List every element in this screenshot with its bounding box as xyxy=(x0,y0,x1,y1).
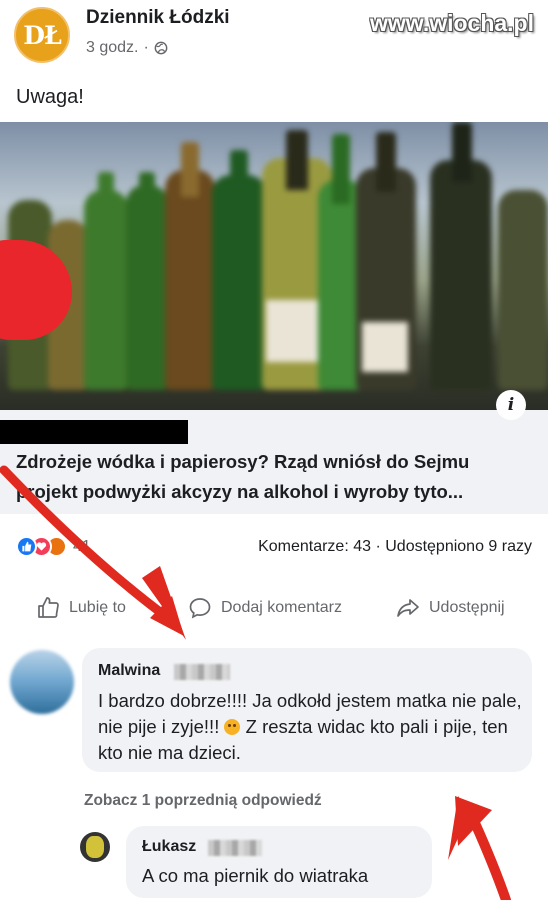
globe-icon xyxy=(154,41,168,55)
bottle-neck xyxy=(181,142,199,197)
comment-icon xyxy=(189,598,211,619)
bottle-label xyxy=(362,322,408,372)
share-icon xyxy=(397,599,419,617)
bottle xyxy=(165,170,215,390)
bottle-neck xyxy=(98,172,114,212)
meta-separator: · xyxy=(143,39,149,56)
comment-button[interactable]: Dodaj komentarz xyxy=(188,590,342,626)
comment-label: Dodaj komentarz xyxy=(221,599,342,616)
bottle-neck xyxy=(332,134,350,204)
red-arrow-bottom xyxy=(448,796,511,900)
reply-avatar[interactable] xyxy=(80,832,110,862)
page-name[interactable]: Dziennik Łódzki xyxy=(86,7,230,29)
page-logo-text: DŁ xyxy=(23,20,61,50)
bottle xyxy=(498,190,548,390)
reply-bubble: Łukasz A co ma piernik do wiatraka xyxy=(126,826,432,898)
post-actions: Lubię to Dodaj komentarz Udostępnij xyxy=(0,590,548,626)
post-meta: 3 godz. · xyxy=(86,39,168,57)
bottle-neck xyxy=(286,130,308,190)
bottle-neck xyxy=(230,150,248,210)
site-watermark: www.wiocha.pl xyxy=(370,10,534,36)
angry-emoji-icon xyxy=(224,719,241,735)
link-card[interactable]: Zdrożeje wódka i papierosy? Rząd wniósł … xyxy=(0,410,548,514)
bottles-photo xyxy=(0,122,548,410)
like-label: Lubię to xyxy=(69,599,126,616)
comment-text: I bardzo dobrze!!!! Ja odkołd jestem mat… xyxy=(98,688,528,766)
share-label: Udostępnij xyxy=(429,599,505,616)
commenter-avatar[interactable] xyxy=(10,650,74,714)
post-stats: 41 Komentarze: 43 · Udostępniono 9 razy xyxy=(0,530,548,562)
bottle-label xyxy=(266,300,322,362)
info-icon[interactable]: i xyxy=(496,390,526,420)
link-title[interactable]: Zdrożeje wódka i papierosy? Rząd wniósł … xyxy=(16,447,536,507)
blurred-surname xyxy=(208,840,262,856)
link-preview-image[interactable] xyxy=(0,122,548,410)
bottle-neck xyxy=(139,172,155,212)
post-time[interactable]: 3 godz. xyxy=(86,39,138,57)
like-button[interactable]: Lubię to xyxy=(36,590,126,626)
bottle-neck xyxy=(376,132,396,192)
reactions-summary[interactable]: 41 xyxy=(16,536,91,557)
blurred-surname xyxy=(174,664,230,680)
page-avatar[interactable]: DŁ xyxy=(14,7,70,63)
bottle xyxy=(126,185,168,390)
post-header: DŁ Dziennik Łódzki 3 godz. · www.wiocha.… xyxy=(0,0,548,70)
censor-bar xyxy=(0,420,188,444)
reply-text: A co ma piernik do wiatraka xyxy=(142,865,369,886)
bottle xyxy=(430,160,492,390)
reply-author[interactable]: Łukasz xyxy=(142,838,196,856)
comments-shares-count[interactable]: Komentarze: 43 · Udostępniono 9 razy xyxy=(258,538,532,556)
view-previous-replies[interactable]: Zobacz 1 poprzednią odpowiedź xyxy=(84,792,322,810)
reaction-count: 41 xyxy=(73,537,91,555)
post-text: Uwaga! xyxy=(16,86,84,108)
thumbs-up-icon xyxy=(38,597,59,618)
comment-author[interactable]: Malwina xyxy=(98,662,160,680)
share-button[interactable]: Udostępnij xyxy=(396,590,505,626)
comment-bubble: Malwina I bardzo dobrze!!!! Ja odkołd je… xyxy=(82,648,532,772)
bottle xyxy=(84,190,128,390)
like-reaction-icon xyxy=(16,536,37,557)
bottle-neck xyxy=(452,122,472,182)
